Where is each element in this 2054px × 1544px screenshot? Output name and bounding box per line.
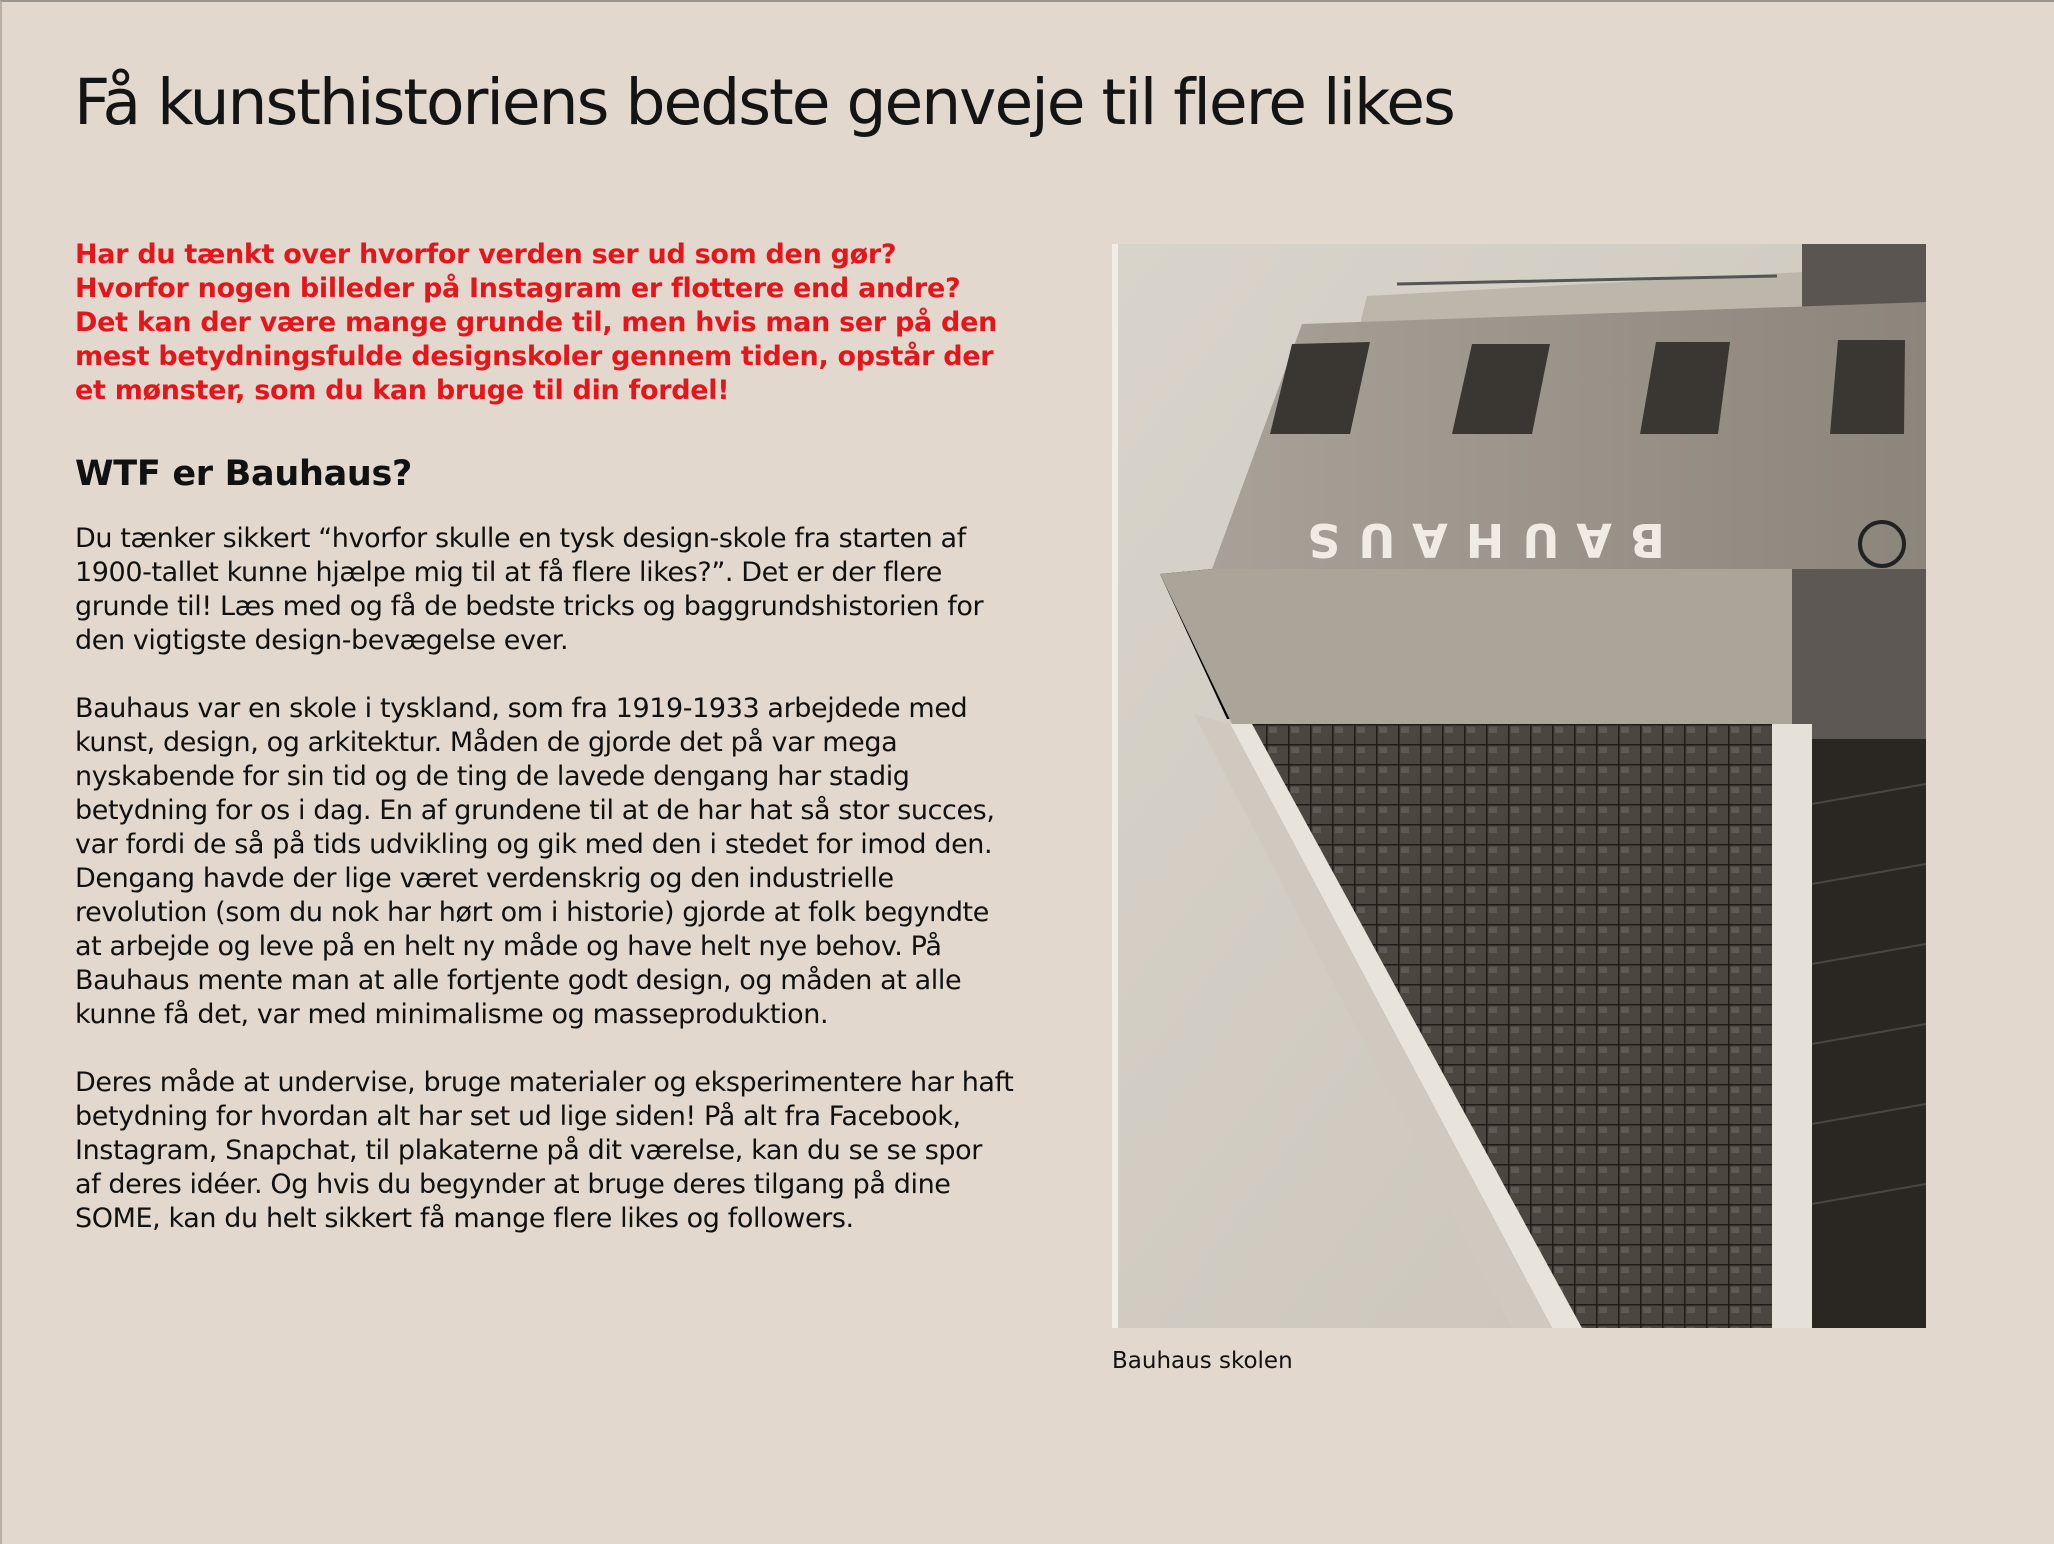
section-heading: WTF er Bauhaus? [75, 454, 413, 494]
intro-text: Har du tænkt over hvorfor verden ser ud … [75, 239, 998, 406]
bauhaus-building-photo: BAUHAUS [1112, 244, 1926, 1328]
page-title: Få kunsthistoriens bedste genveje til fl… [74, 66, 1456, 139]
figure-caption: Bauhaus skolen [1112, 1348, 1293, 1374]
paragraph-3: Deres måde at undervise, bruge materiale… [75, 1067, 1014, 1234]
paragraph-2: Bauhaus var en skole i tyskland, som fra… [75, 693, 995, 1030]
article-body: Har du tænkt over hvorfor verden ser ud … [75, 238, 1015, 1270]
paragraph-1: Du tænker sikkert “hvorfor skulle en tys… [75, 523, 984, 656]
bauhaus-sign-text: BAUHAUS [1289, 513, 1665, 567]
bauhaus-figure: BAUHAUS Bauhaus skolen [1112, 244, 1926, 1374]
